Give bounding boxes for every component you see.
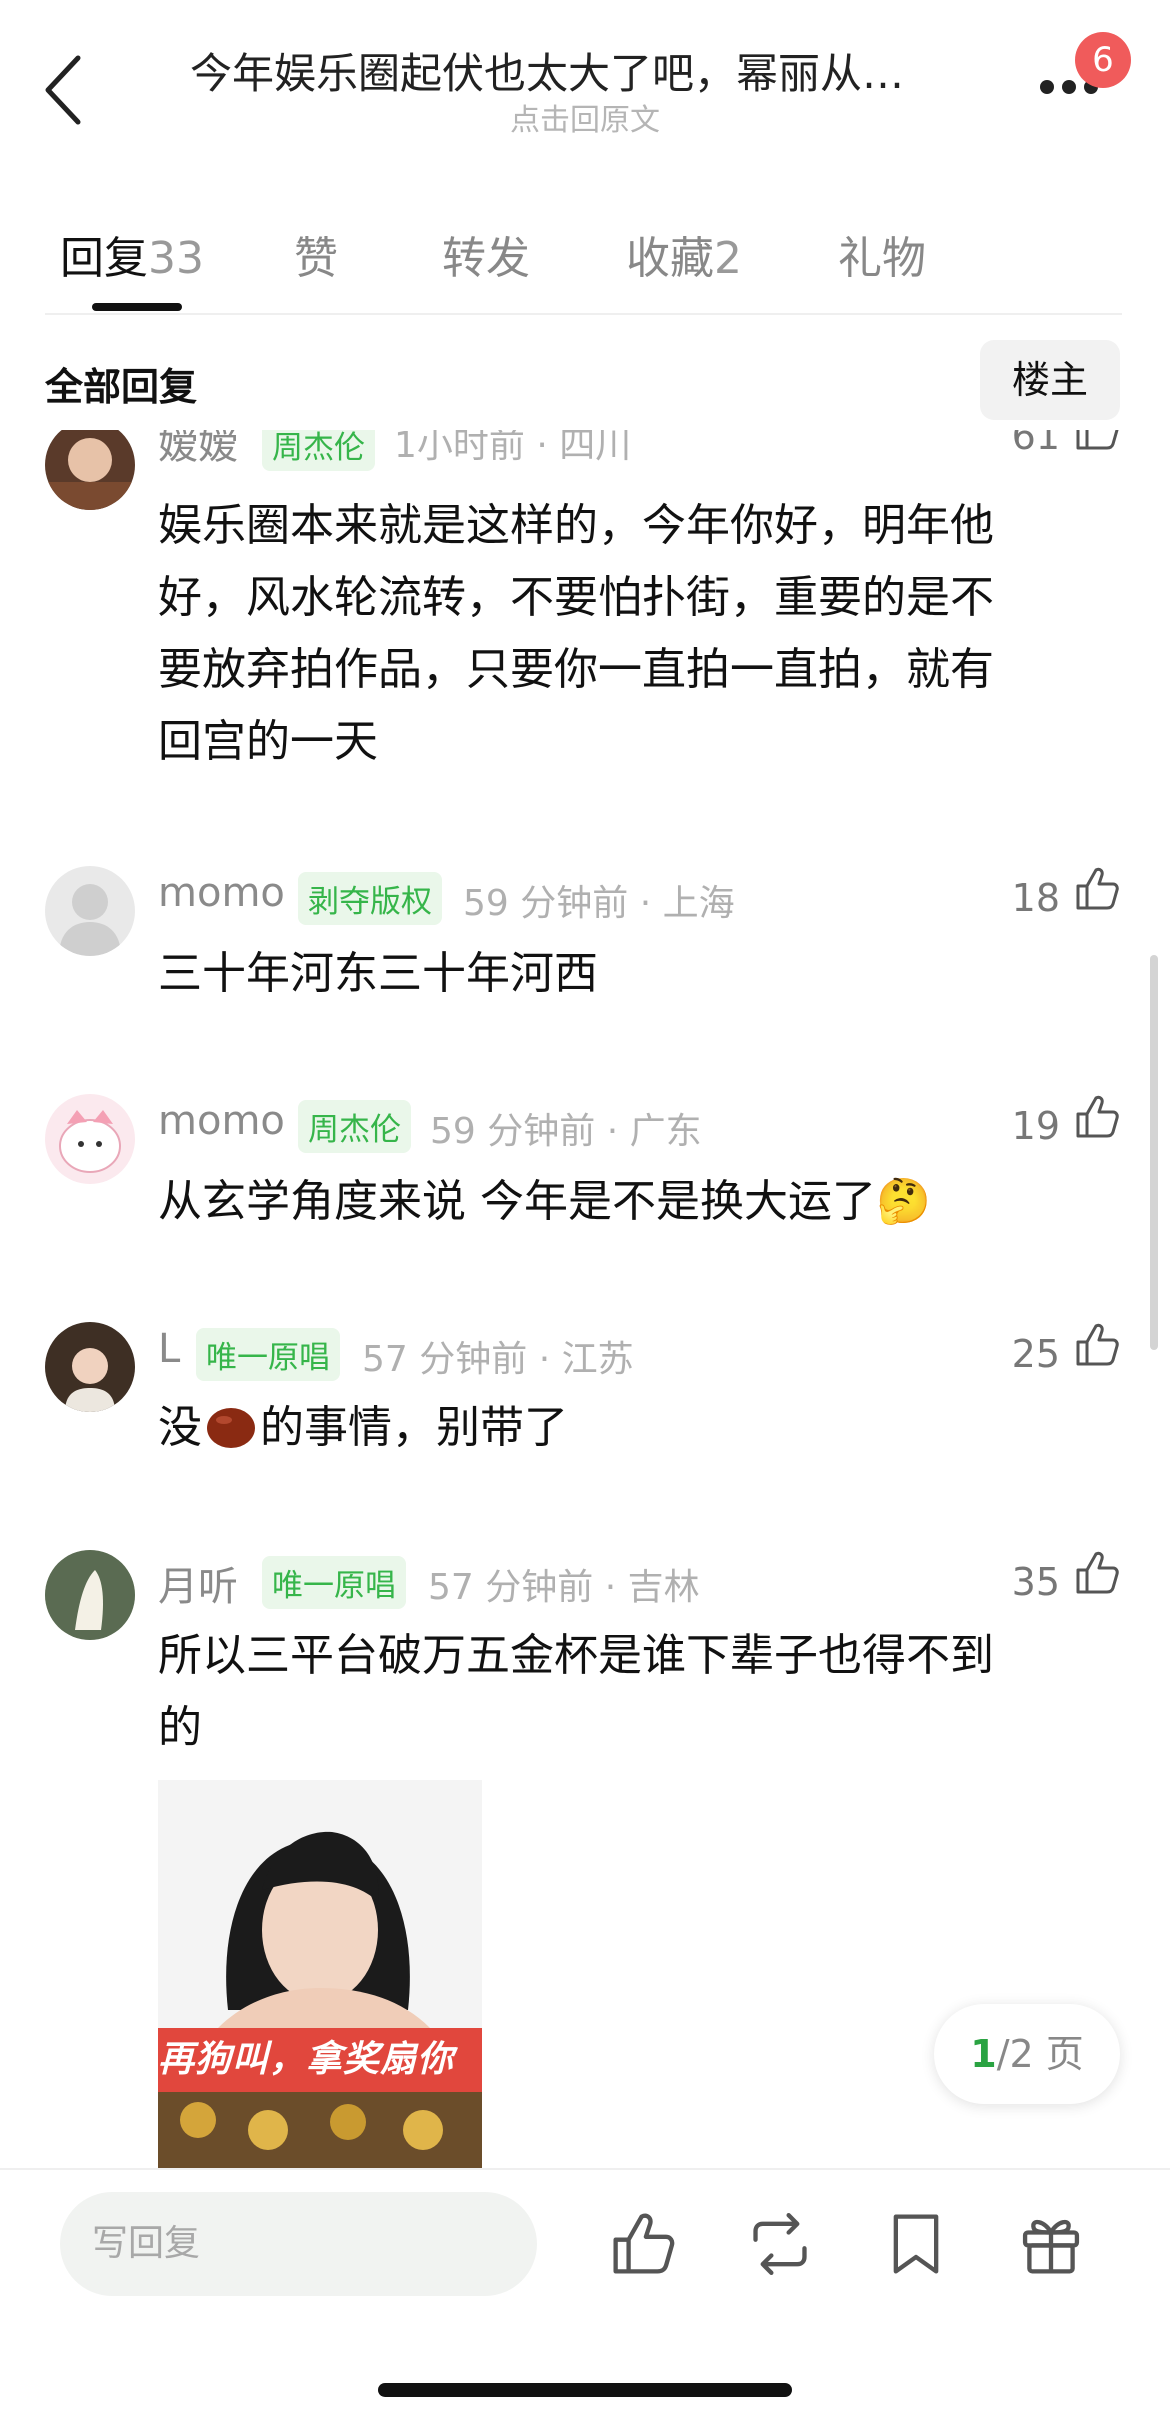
tab-gifts[interactable]: 礼物 xyxy=(838,222,926,286)
thumbs-up-icon[interactable] xyxy=(1072,1320,1122,1370)
tab-favorites[interactable]: 收藏2 xyxy=(626,222,742,286)
like-count: 19 xyxy=(1011,1104,1060,1148)
comment-username[interactable]: momo xyxy=(158,1098,285,1144)
avatar[interactable] xyxy=(45,1094,135,1184)
tab-reposts[interactable]: 转发 xyxy=(442,222,530,286)
scrollbar[interactable] xyxy=(1150,955,1158,1350)
comment-body: 三十年河东三十年河西 xyxy=(158,948,598,999)
chestnut-emoji-icon xyxy=(207,1408,255,1448)
active-tab-indicator xyxy=(92,303,182,311)
tab-count: 33 xyxy=(148,233,204,284)
post-title[interactable]: 今年娱乐圈起伏也太大了吧，幂丽从… xyxy=(190,40,980,101)
thumbs-up-icon[interactable] xyxy=(1072,430,1122,454)
comment-body: 娱乐圈本来就是这样的，今年你好，明年他 好，风水轮流转，不要怕扑街，重要的是不 … xyxy=(158,490,1118,778)
comment-line: 的 xyxy=(158,1702,202,1753)
comment-meta: 59 分钟前 · 上海 xyxy=(463,883,735,924)
comment-image[interactable]: 再狗叫，拿奖扇你 xyxy=(158,1780,482,2168)
comment-meta: 57 分钟前 · 江苏 xyxy=(362,1339,634,1380)
comment-line: 回宫的一天 xyxy=(158,716,378,767)
comment-meta: 59 分钟前 · 广东 xyxy=(430,1111,702,1152)
like-count: 35 xyxy=(1011,1560,1060,1604)
tab-label: 礼物 xyxy=(838,233,926,284)
avatar[interactable] xyxy=(45,866,135,956)
comment-line: 好，风水轮流转，不要怕扑街，重要的是不 xyxy=(158,572,994,623)
tab-label: 收藏 xyxy=(626,233,714,284)
current-page: 1 xyxy=(970,2032,997,2076)
like-count: 25 xyxy=(1011,1332,1060,1376)
home-indicator[interactable] xyxy=(378,2383,792,2397)
user-tag: 剥夺版权 xyxy=(298,872,442,925)
comment-body: 所以三平台破万五金杯是谁下辈子也得不到 的 xyxy=(158,1620,1118,1764)
avatar[interactable] xyxy=(45,1322,135,1412)
comment-line: 没 xyxy=(158,1402,202,1453)
comment-line: 要放弃拍作品，只要你一直拍一直拍，就有 xyxy=(158,644,994,695)
comment-username[interactable]: L xyxy=(158,1326,180,1372)
gift-icon[interactable] xyxy=(1015,2208,1087,2280)
notification-badge: 6 xyxy=(1075,32,1131,88)
thinking-emoji-icon: 🤔 xyxy=(876,1176,931,1227)
page-indicator[interactable]: 1/2 页 xyxy=(934,2004,1120,2104)
comment-username[interactable]: 嫒嫒 xyxy=(158,430,238,470)
image-caption: 再狗叫，拿奖扇你 xyxy=(158,2028,482,2092)
comment-body: 没 的事情，别带了 xyxy=(158,1392,1118,1464)
thumbs-up-icon[interactable] xyxy=(607,2208,679,2280)
repost-icon[interactable] xyxy=(744,2208,816,2280)
comment-body: 从玄学角度来说 今年是不是换大运了🤔 xyxy=(158,1166,1118,1238)
back-chevron-icon[interactable] xyxy=(40,50,90,130)
bookmark-icon[interactable] xyxy=(880,2208,952,2280)
thumbs-up-icon[interactable] xyxy=(1072,1092,1122,1142)
comment-meta: 1小时前 · 四川 xyxy=(394,430,632,466)
tab-label: 转发 xyxy=(442,233,530,284)
all-replies-label[interactable]: 全部回复 xyxy=(45,356,197,411)
comment-username[interactable]: momo xyxy=(158,870,285,916)
reply-input[interactable]: 写回复 xyxy=(60,2192,537,2296)
tab-replies[interactable]: 回复33 xyxy=(60,222,204,286)
tab-label: 回复 xyxy=(60,233,148,284)
like-count: 18 xyxy=(1011,876,1060,920)
tab-label: 赞 xyxy=(294,233,338,284)
total-pages: /2 页 xyxy=(996,2032,1084,2076)
back-to-original-link[interactable]: 点击回原文 xyxy=(500,95,670,139)
user-tag: 周杰伦 xyxy=(298,1100,411,1153)
comment-line: 娱乐圈本来就是这样的，今年你好，明年他 xyxy=(158,500,994,551)
like-count: 61 xyxy=(1011,430,1060,458)
comment-line: 所以三平台破万五金杯是谁下辈子也得不到 xyxy=(158,1630,994,1681)
tab-count: 2 xyxy=(714,233,742,284)
comment-line: 从玄学角度来说 今年是不是换大运了 xyxy=(158,1176,876,1227)
bottom-bar-divider xyxy=(0,2168,1170,2170)
avatar[interactable] xyxy=(45,1550,135,1640)
op-only-button[interactable]: 楼主 xyxy=(980,340,1120,420)
tabs-divider xyxy=(45,313,1122,315)
user-tag: 唯一原唱 xyxy=(262,1556,406,1609)
thumbs-up-icon[interactable] xyxy=(1072,1548,1122,1598)
avatar[interactable] xyxy=(45,430,135,510)
tab-likes[interactable]: 赞 xyxy=(294,222,338,286)
comment-meta: 57 分钟前 · 吉林 xyxy=(428,1567,700,1608)
comment-line: 的事情，别带了 xyxy=(260,1402,568,1453)
user-tag: 周杰伦 xyxy=(262,430,375,471)
thumbs-up-icon[interactable] xyxy=(1072,864,1122,914)
comment-username[interactable]: 月听 xyxy=(158,1554,238,1612)
user-tag: 唯一原唱 xyxy=(196,1328,340,1381)
